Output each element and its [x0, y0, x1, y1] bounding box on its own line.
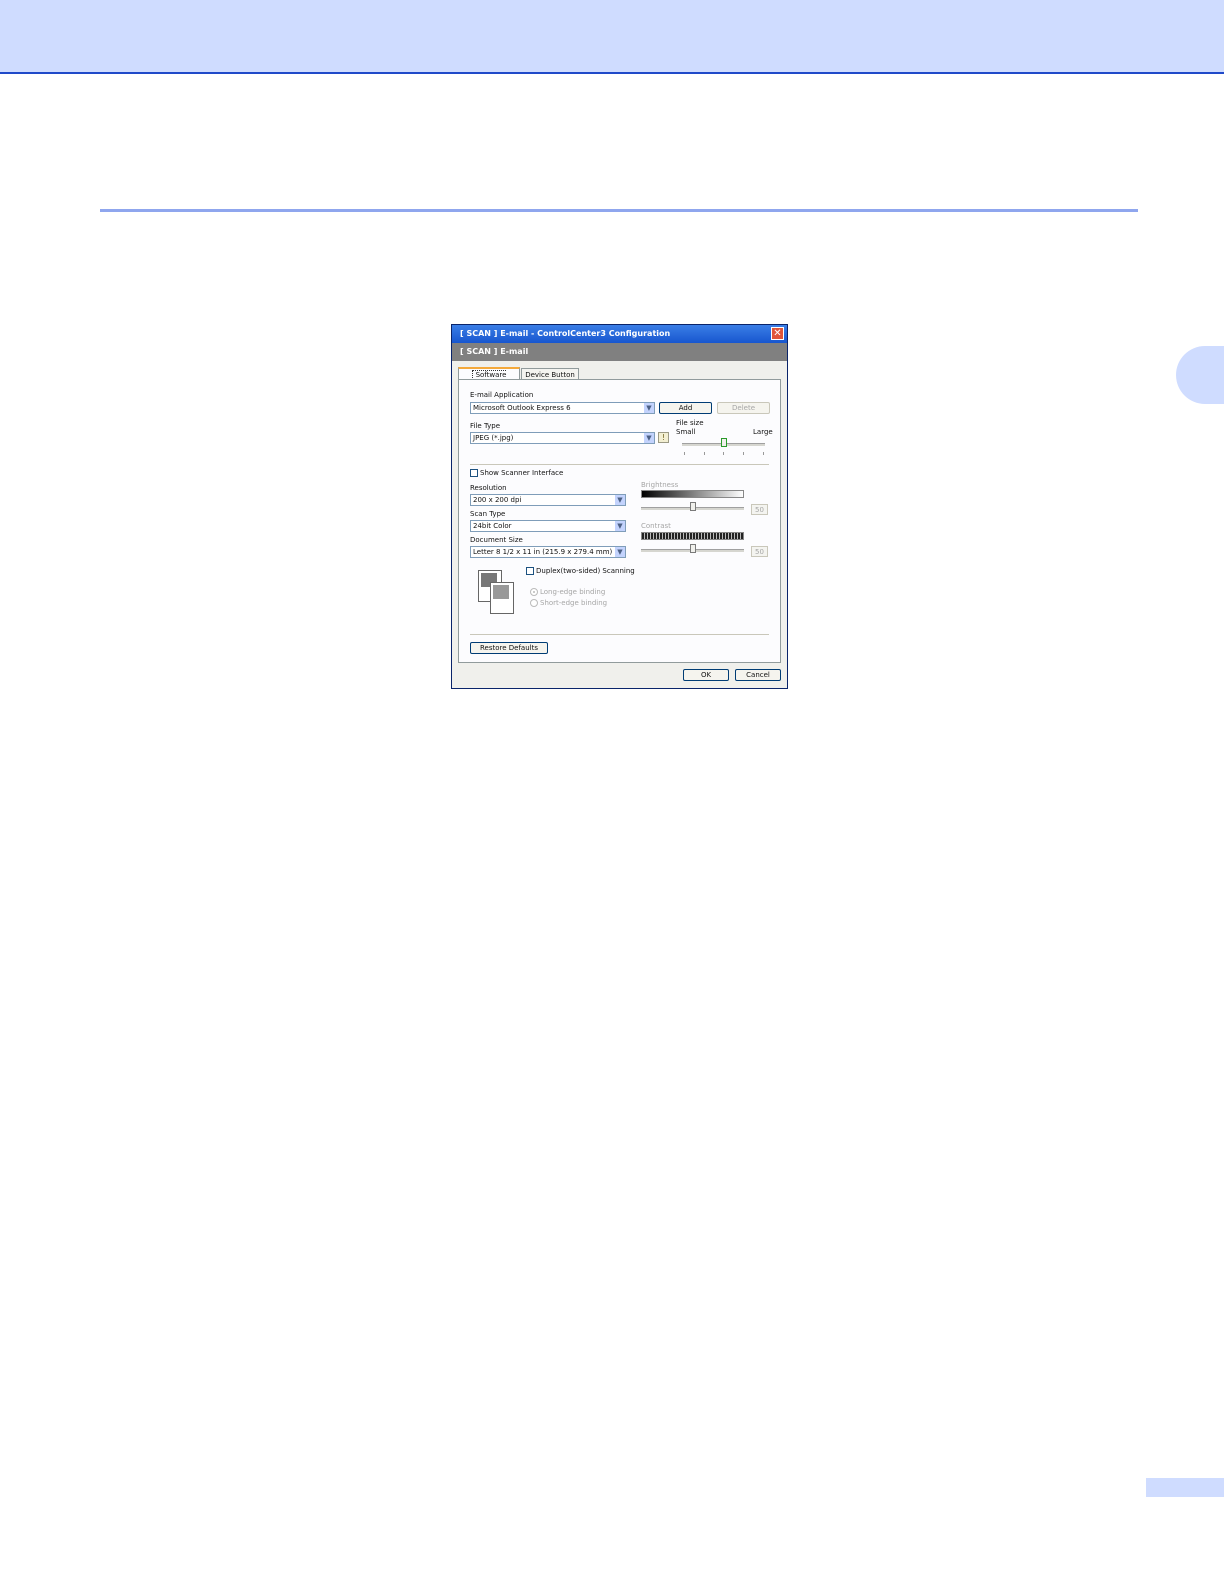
file-size-label: File size: [676, 419, 704, 427]
dialog-titlebar: [ SCAN ] E-mail - ControlCenter3 Configu…: [452, 325, 787, 343]
chapter-side-tab: [1176, 346, 1224, 404]
cancel-button[interactable]: Cancel: [735, 669, 781, 681]
file-type-value: JPEG (*.jpg): [473, 434, 514, 442]
resolution-select[interactable]: 200 x 200 dpi ▼: [470, 494, 626, 506]
document-size-label: Document Size: [470, 536, 523, 544]
chevron-down-icon: ▼: [644, 403, 654, 413]
long-edge-binding-radio[interactable]: [530, 588, 538, 596]
page-number-box: [1146, 1478, 1224, 1497]
section-rule: [100, 209, 1138, 212]
contrast-value-box[interactable]: 50: [751, 546, 768, 557]
tab-device-button-label: Device Button: [525, 371, 575, 379]
dialog-title: [ SCAN ] E-mail - ControlCenter3 Configu…: [460, 329, 671, 338]
contrast-gradient: [641, 532, 744, 540]
divider: [470, 634, 769, 635]
file-type-label: File Type: [470, 422, 501, 430]
slider-tick: [743, 452, 744, 455]
resolution-value: 200 x 200 dpi: [473, 496, 522, 504]
divider: [470, 464, 769, 465]
brightness-value-box[interactable]: 50: [751, 504, 768, 515]
show-scanner-interface-label: Show Scanner Interface: [480, 469, 564, 477]
chevron-down-icon: ▼: [615, 547, 625, 557]
close-icon[interactable]: ✕: [771, 327, 784, 340]
file-size-large-label: Large: [753, 428, 773, 436]
brightness-label: Brightness: [641, 481, 679, 489]
short-edge-binding-radio[interactable]: [530, 599, 538, 607]
show-scanner-interface-checkbox[interactable]: [470, 469, 478, 477]
duplex-document-icon: [478, 570, 514, 614]
brightness-slider-thumb[interactable]: [690, 502, 696, 511]
brightness-gradient: [641, 490, 744, 498]
document-size-select[interactable]: Letter 8 1/2 x 11 in (215.9 x 279.4 mm) …: [470, 546, 626, 558]
email-application-label: E-mail Application: [470, 391, 534, 399]
scan-type-select[interactable]: 24bit Color ▼: [470, 520, 626, 532]
slider-tick: [704, 452, 705, 455]
dialog-subheader: [ SCAN ] E-mail: [452, 343, 787, 361]
scan-type-label: Scan Type: [470, 510, 506, 518]
short-edge-binding-label: Short-edge binding: [540, 599, 608, 607]
duplex-scanning-checkbox[interactable]: [526, 567, 534, 575]
long-edge-binding-label: Long-edge binding: [540, 588, 606, 596]
restore-defaults-button[interactable]: Restore Defaults: [470, 642, 548, 654]
slider-tick: [763, 452, 764, 455]
chevron-down-icon: ▼: [615, 495, 625, 505]
resolution-label: Resolution: [470, 484, 507, 492]
chevron-down-icon: ▼: [644, 433, 654, 443]
configuration-dialog: [ SCAN ] E-mail - ControlCenter3 Configu…: [451, 324, 788, 689]
contrast-label: Contrast: [641, 522, 671, 530]
file-type-info-icon[interactable]: !: [658, 432, 669, 443]
duplex-scanning-label: Duplex(two-sided) Scanning: [536, 567, 635, 575]
email-application-select[interactable]: Microsoft Outlook Express 6 ▼: [470, 402, 655, 414]
file-type-select[interactable]: JPEG (*.jpg) ▼: [470, 432, 655, 444]
delete-button[interactable]: Delete: [717, 402, 770, 414]
file-size-small-label: Small: [676, 428, 696, 436]
tab-panel: E-mail Application Microsoft Outlook Exp…: [458, 379, 781, 663]
ok-button[interactable]: OK: [683, 669, 729, 681]
file-size-slider-thumb[interactable]: [721, 438, 727, 447]
scan-type-value: 24bit Color: [473, 522, 512, 530]
chevron-down-icon: ▼: [615, 521, 625, 531]
slider-tick: [723, 452, 724, 455]
slider-tick: [684, 452, 685, 455]
email-application-value: Microsoft Outlook Express 6: [473, 404, 571, 412]
document-size-value: Letter 8 1/2 x 11 in (215.9 x 279.4 mm): [473, 548, 613, 556]
add-button[interactable]: Add: [659, 402, 712, 414]
page-header-band: [0, 0, 1224, 74]
contrast-slider-thumb[interactable]: [690, 544, 696, 553]
